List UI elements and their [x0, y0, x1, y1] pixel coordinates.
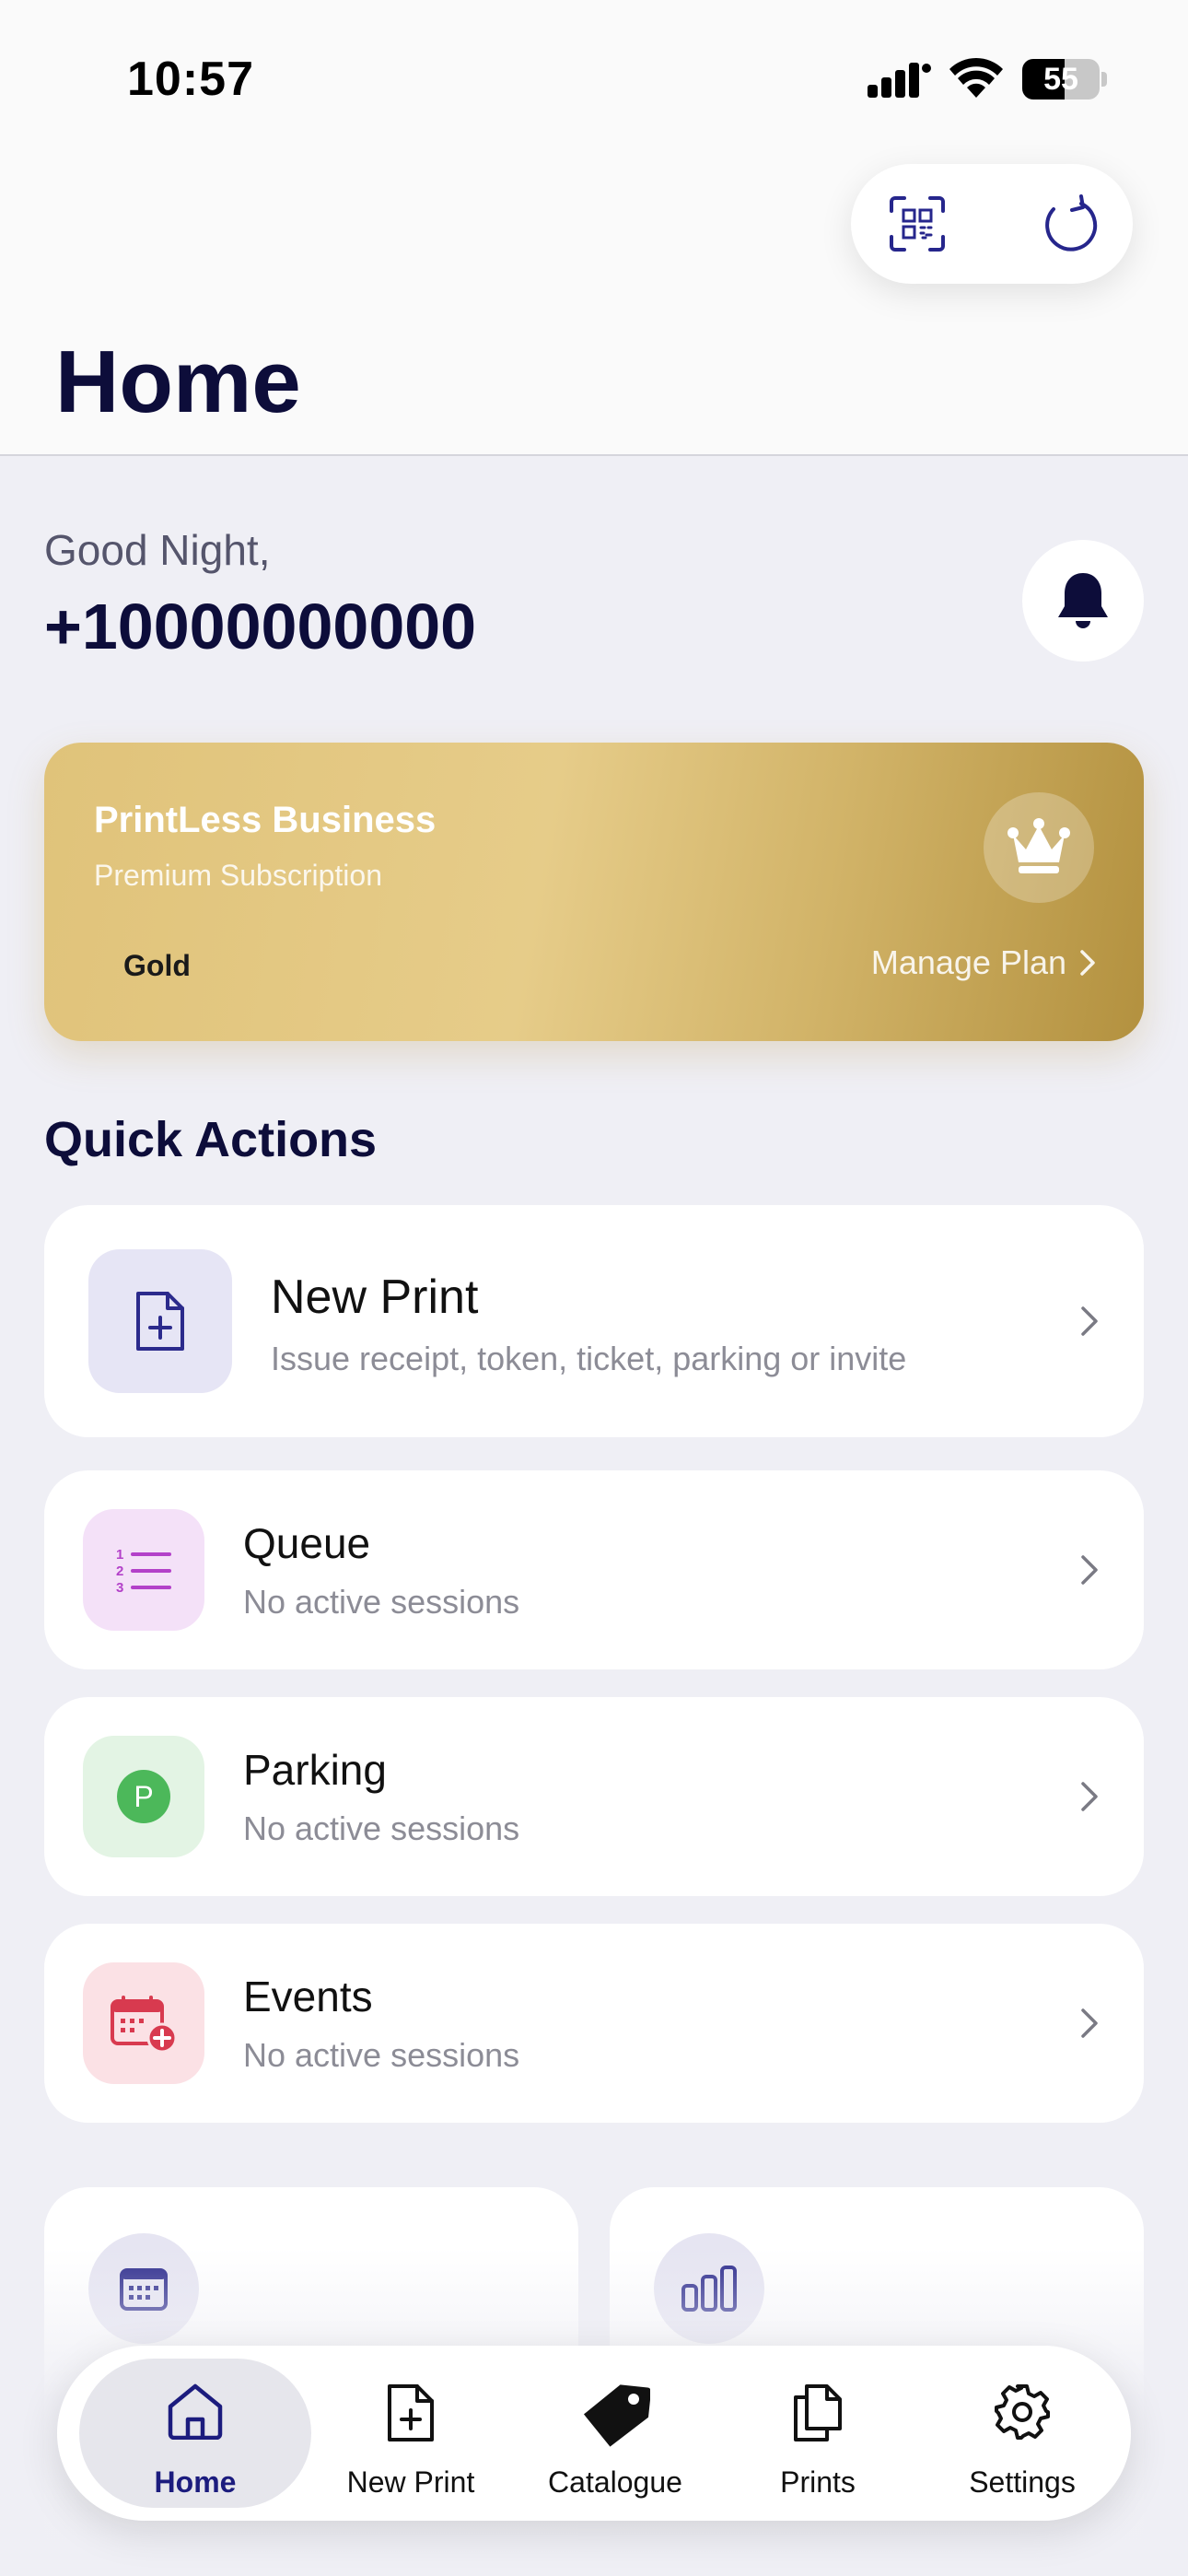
documents-icon	[794, 2384, 842, 2441]
svg-text:2: 2	[116, 1563, 123, 1579]
user-phone: +10000000000	[44, 591, 477, 662]
battery-level: 55	[1043, 62, 1078, 97]
manage-plan-label: Manage Plan	[870, 943, 1066, 981]
parking-icon-box: P	[83, 1736, 204, 1857]
new-print-action[interactable]: New Print Issue receipt, token, ticket, …	[44, 1205, 1144, 1437]
qr-scan-button[interactable]	[888, 194, 947, 253]
calendar-plus-icon	[111, 1996, 177, 2053]
tab-label: New Print	[346, 2465, 475, 2499]
svg-text:P: P	[134, 1780, 153, 1813]
plan-tier-badge: Gold	[123, 949, 191, 982]
events-icon-box	[83, 1962, 204, 2084]
svg-text:3: 3	[116, 1580, 123, 1596]
crown-badge	[984, 792, 1094, 903]
file-plus-icon	[388, 2384, 434, 2441]
action-title: New Print	[271, 1270, 479, 1324]
queue-icon-box: 1 2 3	[83, 1509, 204, 1631]
queue-action[interactable]: 1 2 3 Queue No active sessions	[44, 1470, 1144, 1669]
notifications-button[interactable]	[1022, 540, 1144, 662]
status-bar: 10:57 55	[0, 0, 1188, 157]
tab-label: Home	[154, 2465, 237, 2499]
tab-home[interactable]: Home	[70, 2346, 320, 2521]
chevron-right-icon	[1081, 1306, 1098, 1336]
events-action[interactable]: Events No active sessions	[44, 1924, 1144, 2123]
header-actions	[851, 164, 1133, 284]
page-title: Home	[55, 333, 301, 431]
tab-label: Prints	[780, 2465, 856, 2499]
tab-prints[interactable]: Prints	[716, 2346, 919, 2521]
action-title: Events	[243, 1973, 373, 2020]
action-subtitle: No active sessions	[243, 1809, 520, 1847]
header: Home	[0, 157, 1188, 456]
plan-name: PrintLess Business	[94, 800, 437, 840]
tab-settings[interactable]: Settings	[921, 2346, 1124, 2521]
action-subtitle: Issue receipt, token, ticket, parking or…	[271, 1340, 907, 1377]
numbered-list-icon: 1 2 3	[116, 1547, 171, 1596]
refresh-button[interactable]	[1041, 194, 1100, 253]
greeting-text: Good Night,	[44, 526, 271, 574]
cellular-signal-icon	[868, 63, 931, 98]
crown-icon	[1007, 818, 1070, 873]
gear-icon	[995, 2384, 1050, 2440]
tab-new-print[interactable]: New Print	[309, 2346, 512, 2521]
bell-icon	[1058, 573, 1108, 628]
parking-action[interactable]: P Parking No active sessions	[44, 1697, 1144, 1896]
battery-indicator: 55	[1022, 59, 1107, 100]
wifi-icon	[949, 57, 1003, 98]
file-plus-icon	[136, 1292, 184, 1351]
quick-actions-title: Quick Actions	[44, 1112, 378, 1167]
chevron-right-icon	[1081, 1782, 1098, 1811]
tab-label: Catalogue	[548, 2465, 682, 2499]
new-print-icon-box	[88, 1249, 232, 1393]
subscription-card[interactable]: PrintLess Business Premium Subscription …	[44, 743, 1144, 1041]
tab-bar: Home New Print Catalogue Prints Settings	[57, 2346, 1131, 2521]
svg-text:1: 1	[116, 1547, 123, 1563]
qr-scan-icon	[890, 196, 945, 252]
action-title: Parking	[243, 1746, 387, 1794]
plan-subtitle: Premium Subscription	[94, 859, 382, 892]
action-subtitle: No active sessions	[243, 1583, 520, 1621]
chevron-right-icon	[1080, 950, 1095, 976]
chevron-right-icon	[1081, 2008, 1098, 2038]
refresh-icon	[1045, 194, 1098, 252]
tab-catalogue[interactable]: Catalogue	[514, 2346, 716, 2521]
home-icon	[168, 2383, 223, 2440]
tab-label: Settings	[969, 2465, 1076, 2499]
manage-plan-link[interactable]: Manage Plan	[871, 943, 1096, 982]
action-title: Queue	[243, 1519, 371, 1567]
parking-icon: P	[117, 1770, 170, 1823]
status-time: 10:57	[127, 53, 254, 106]
action-subtitle: No active sessions	[243, 2036, 520, 2074]
chevron-right-icon	[1081, 1555, 1098, 1585]
tag-icon	[583, 2384, 650, 2447]
